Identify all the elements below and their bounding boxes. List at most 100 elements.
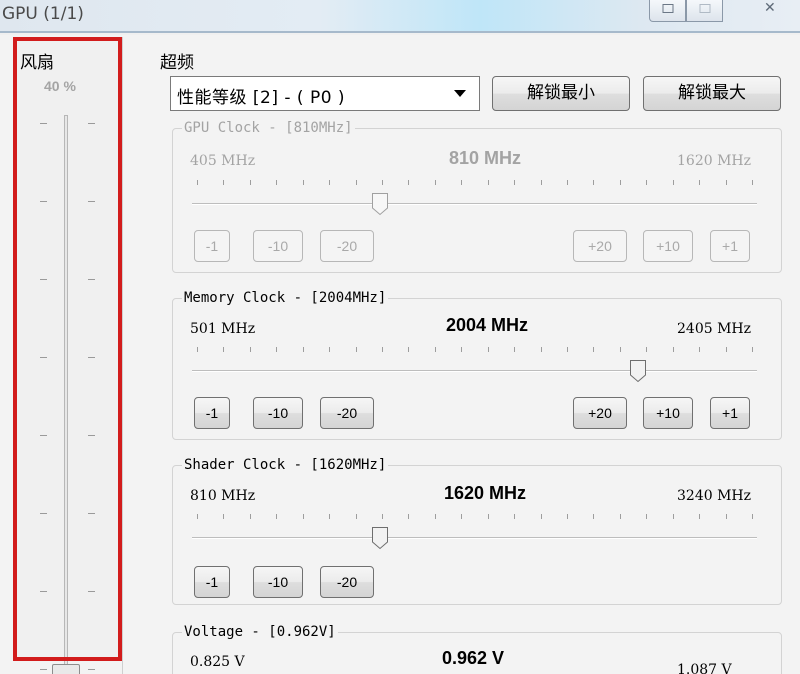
slider-tick (329, 180, 331, 185)
fan-slider-track[interactable] (64, 115, 68, 674)
shader-minus-10-button[interactable]: -10 (253, 566, 303, 598)
fan-slider-tick (40, 435, 47, 436)
slider-tick (672, 347, 674, 352)
title-bar: GPU (1/1) ✕ (0, 0, 800, 33)
memory-plus-10-button[interactable]: +10 (643, 397, 693, 429)
memory-clock-slider-thumb[interactable] (629, 359, 647, 383)
gpu-clock-slider-track[interactable] (192, 203, 757, 205)
memory-clock-slider-track[interactable] (192, 370, 757, 372)
slider-tick (567, 180, 568, 185)
voltage-max: 1.087 V (677, 662, 732, 674)
shader-clock-max: 3240 MHz (677, 488, 751, 504)
slider-tick (382, 180, 383, 185)
gpu-plus-1-button[interactable]: +1 (710, 230, 750, 262)
gpu-minus-20-button[interactable]: -20 (320, 230, 374, 262)
slider-tick (276, 180, 278, 185)
gpu-clock-slider-thumb[interactable] (371, 192, 389, 216)
slider-tick (276, 514, 278, 519)
fan-title: 风扇 (20, 53, 54, 73)
shader-clock-label: Shader Clock - [1620MHz] (182, 457, 389, 473)
fan-slider-tick (40, 123, 47, 124)
dropdown-arrow-icon (454, 90, 466, 97)
fan-slider-tick (88, 201, 95, 202)
memory-clock-min: 501 MHz (190, 321, 256, 337)
slider-tick (197, 514, 198, 519)
slider-tick (434, 514, 436, 519)
slider-tick (646, 180, 648, 185)
slider-tick (355, 514, 357, 519)
shader-clock-slider-track[interactable] (192, 537, 757, 539)
slider-tick (619, 180, 621, 185)
unlock-min-button[interactable]: 解锁最小 (492, 76, 630, 111)
slider-tick (355, 180, 357, 185)
slider-tick (699, 347, 701, 352)
fan-slider-tick (40, 591, 47, 592)
slider-tick (329, 514, 331, 519)
slider-tick (408, 514, 410, 519)
slider-tick (514, 514, 516, 519)
slider-tick (672, 514, 674, 519)
slider-tick (249, 514, 251, 519)
slider-tick (725, 514, 727, 519)
fan-slider-tick (88, 435, 95, 436)
fan-percent: 40 % (44, 78, 76, 94)
memory-minus-10-button[interactable]: -10 (253, 397, 303, 429)
unlock-max-button[interactable]: 解锁最大 (643, 76, 781, 111)
maximize-button[interactable] (686, 0, 723, 22)
slider-tick (752, 180, 753, 185)
slider-tick (302, 180, 304, 185)
gpu-plus-10-button[interactable]: +10 (643, 230, 693, 262)
maximize-icon (699, 4, 710, 13)
slider-tick (461, 180, 463, 185)
memory-minus-20-button[interactable]: -20 (320, 397, 374, 429)
slider-tick (382, 347, 383, 352)
slider-tick (646, 514, 648, 519)
memory-plus-1-button[interactable]: +1 (710, 397, 750, 429)
slider-tick (249, 180, 251, 185)
gpu-clock-max: 1620 MHz (677, 153, 751, 169)
shader-minus-20-button[interactable]: -20 (320, 566, 374, 598)
fan-slider-tick (88, 123, 95, 124)
perf-level-select[interactable]: 性能等级 [2] - ( P0 ) (170, 76, 480, 111)
slider-tick (725, 180, 727, 185)
shader-clock-slider-thumb[interactable] (371, 526, 389, 550)
slider-tick (329, 347, 331, 352)
slider-tick (725, 347, 727, 352)
shader-minus-1-button[interactable]: -1 (194, 566, 230, 598)
memory-plus-20-button[interactable]: +20 (573, 397, 627, 429)
fan-slider-tick (40, 279, 47, 280)
close-icon[interactable]: ✕ (764, 0, 776, 16)
gpu-minus-10-button[interactable]: -10 (253, 230, 303, 262)
slider-tick (302, 347, 304, 352)
perf-level-value: 性能等级 [2] - ( P0 ) (177, 88, 346, 108)
panel-divider (122, 37, 123, 674)
fan-slider-thumb[interactable] (52, 664, 80, 674)
fan-slider-tick (88, 591, 95, 592)
slider-tick (593, 347, 595, 352)
memory-clock-current: 2004 MHz (445, 315, 529, 335)
slider-tick (752, 347, 753, 352)
window-title: GPU (1/1) (2, 4, 84, 24)
slider-tick (223, 347, 225, 352)
gpu-clock-min: 405 MHz (190, 153, 256, 169)
slider-tick (619, 347, 621, 352)
slider-tick (197, 180, 198, 185)
memory-minus-1-button[interactable]: -1 (194, 397, 230, 429)
slider-tick (593, 514, 595, 519)
slider-tick (540, 514, 542, 519)
slider-tick (540, 347, 542, 352)
gpu-clock-current: 810 MHz (448, 148, 522, 168)
slider-tick (514, 347, 516, 352)
slider-tick (197, 347, 198, 352)
shader-clock-current: 1620 MHz (443, 483, 527, 503)
memory-clock-max: 2405 MHz (677, 321, 751, 337)
gpu-minus-1-button[interactable]: -1 (194, 230, 230, 262)
gpu-plus-20-button[interactable]: +20 (573, 230, 627, 262)
fan-slider-tick (88, 513, 95, 514)
shader-clock-min: 810 MHz (190, 488, 256, 504)
minimize-icon (662, 4, 673, 13)
slider-tick (672, 180, 674, 185)
slider-tick (699, 514, 701, 519)
minimize-button[interactable] (649, 0, 686, 22)
slider-tick (487, 347, 489, 352)
